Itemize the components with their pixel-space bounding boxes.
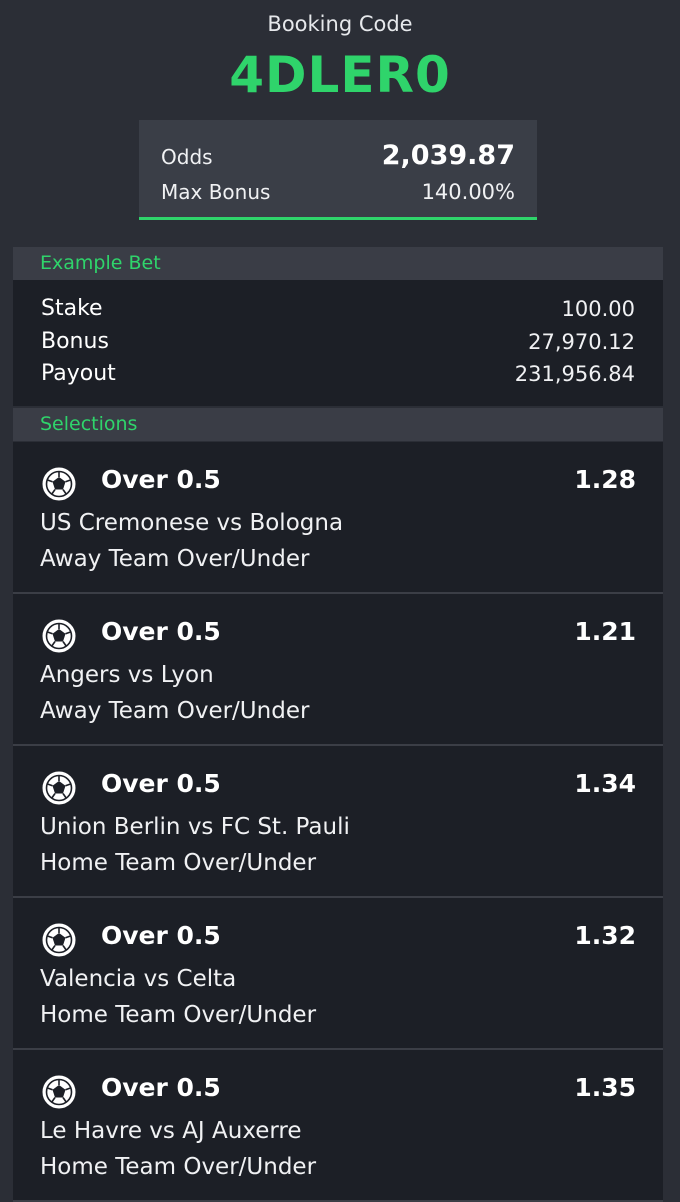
- example-bet-row: Bonus 27,970.12: [41, 326, 635, 359]
- soccer-ball-icon: [42, 619, 76, 653]
- selection-odds: 1.21: [574, 617, 636, 646]
- selection-name: Over 0.5: [101, 617, 221, 646]
- stake-value: 100.00: [561, 297, 635, 321]
- selection-odds: 1.35: [574, 1073, 636, 1102]
- bonus-label: Bonus: [41, 328, 109, 354]
- selection-card[interactable]: Over 0.5 1.32 Valencia vs Celta Home Tea…: [13, 898, 663, 1050]
- payout-value: 231,956.84: [514, 362, 635, 386]
- selection-match: Valencia vs Celta: [40, 966, 237, 992]
- selection-odds: 1.34: [574, 769, 636, 798]
- max-bonus-label: Max Bonus: [161, 180, 271, 204]
- max-bonus-value: 140.00%: [421, 180, 515, 204]
- selection-name: Over 0.5: [101, 465, 221, 494]
- stake-label: Stake: [41, 296, 103, 321]
- selection-odds: 1.28: [574, 465, 636, 494]
- selection-market: Away Team Over/Under: [40, 698, 310, 724]
- soccer-ball-icon: [42, 771, 76, 805]
- selection-market: Home Team Over/Under: [40, 850, 317, 876]
- example-bet-row: Stake 100.00: [41, 293, 635, 326]
- example-bet-header: Example Bet: [13, 247, 663, 280]
- selections-header: Selections: [13, 408, 663, 441]
- selection-name: Over 0.5: [101, 769, 221, 798]
- soccer-ball-icon: [42, 923, 76, 957]
- selection-card[interactable]: Over 0.5 1.34 Union Berlin vs FC St. Pau…: [13, 746, 663, 898]
- selections-list: Over 0.5 1.28 US Cremonese vs Bologna Aw…: [13, 442, 663, 1202]
- soccer-ball-icon: [42, 1075, 76, 1109]
- selection-card[interactable]: Over 0.5 1.35 Le Havre vs AJ Auxerre Hom…: [13, 1050, 663, 1202]
- selection-match: Angers vs Lyon: [40, 662, 214, 688]
- selection-name: Over 0.5: [101, 1073, 221, 1102]
- selection-match: Union Berlin vs FC St. Pauli: [40, 814, 350, 840]
- example-bet-row: Payout 231,956.84: [41, 358, 635, 391]
- selection-name: Over 0.5: [101, 921, 221, 950]
- example-bet-panel: Stake 100.00 Bonus 27,970.12 Payout 231,…: [13, 280, 663, 406]
- bonus-value: 27,970.12: [528, 329, 635, 354]
- odds-label: Odds: [161, 145, 213, 169]
- selection-card[interactable]: Over 0.5 1.21 Angers vs Lyon Away Team O…: [13, 594, 663, 746]
- booking-code-value[interactable]: 4DLER0: [0, 46, 680, 104]
- selection-market: Home Team Over/Under: [40, 1002, 317, 1028]
- selection-odds: 1.32: [574, 921, 636, 950]
- odds-summary-box: Odds 2,039.87 Max Bonus 140.00%: [139, 120, 537, 220]
- selection-match: Le Havre vs AJ Auxerre: [40, 1118, 302, 1144]
- payout-label: Payout: [41, 361, 116, 386]
- max-bonus-row: Max Bonus 140.00%: [161, 180, 515, 204]
- selection-card[interactable]: Over 0.5 1.28 US Cremonese vs Bologna Aw…: [13, 442, 663, 594]
- selection-market: Home Team Over/Under: [40, 1154, 317, 1180]
- odds-row: Odds 2,039.87: [161, 140, 515, 171]
- selection-market: Away Team Over/Under: [40, 546, 310, 572]
- total-odds-value: 2,039.87: [381, 140, 515, 171]
- soccer-ball-icon: [42, 467, 76, 501]
- booking-code-label: Booking Code: [267, 12, 413, 36]
- selection-match: US Cremonese vs Bologna: [40, 510, 344, 536]
